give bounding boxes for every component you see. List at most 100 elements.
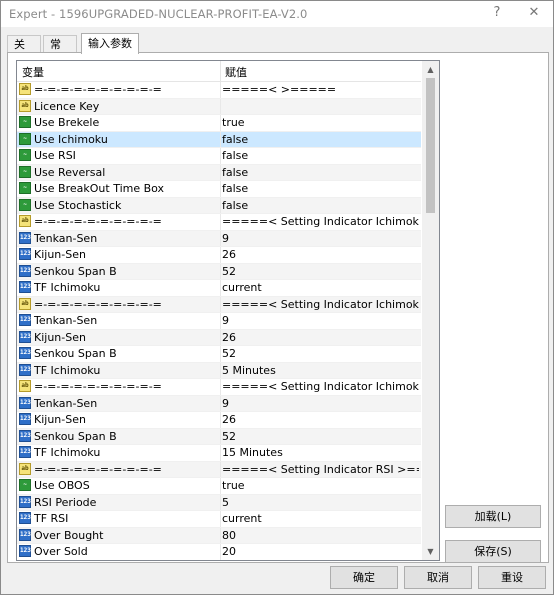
cell-divider (220, 329, 221, 345)
ok-button[interactable]: 确定 (330, 566, 398, 589)
cell-divider (220, 263, 221, 279)
parameter-value[interactable]: 9 (222, 397, 419, 410)
cancel-button[interactable]: 取消 (404, 566, 472, 589)
scroll-down-arrow-icon[interactable]: ▼ (422, 543, 439, 560)
number-type-icon: 123 (19, 446, 31, 458)
parameter-value[interactable]: 5 (222, 496, 419, 509)
parameter-value[interactable]: 26 (222, 331, 419, 344)
tab-inputs[interactable]: 输入参数 (81, 33, 139, 54)
column-header-variable[interactable]: 变量 (22, 64, 44, 80)
parameter-row[interactable]: 123 Senkou Span B 52 (17, 263, 421, 280)
parameter-row[interactable]: 123 RSI Periode 5 (17, 494, 421, 511)
parameter-row[interactable]: 123 Over Sold 20 (17, 544, 421, 560)
cell-divider (220, 461, 221, 477)
parameter-row[interactable]: 123 TF Ichimoku 15 Minutes (17, 445, 421, 462)
parameter-value[interactable]: =====< >===== (222, 83, 419, 96)
parameter-value[interactable]: current (222, 281, 419, 294)
parameter-row[interactable]: 123 Kijun-Sen 26 (17, 247, 421, 264)
parameter-row[interactable]: ab =-=-=-=-=-=-=-=-=-= =====< Setting Indi… (17, 461, 421, 478)
cell-divider (220, 428, 221, 444)
vertical-scrollbar[interactable]: ▲ ▼ (422, 61, 439, 560)
parameter-row[interactable]: 123 Tenkan-Sen 9 (17, 230, 421, 247)
boolean-type-icon: ~ (19, 149, 31, 161)
number-type-icon: 123 (19, 545, 31, 557)
parameter-value[interactable]: 15 Minutes (222, 446, 419, 459)
parameter-row[interactable]: 123 Tenkan-Sen 9 (17, 313, 421, 330)
parameter-row[interactable]: ab Licence Key (17, 98, 421, 115)
cell-divider (220, 296, 221, 312)
parameter-row[interactable]: 123 TF Ichimoku 5 Minutes (17, 362, 421, 379)
parameter-value[interactable]: 9 (222, 314, 419, 327)
parameter-value[interactable]: 9 (222, 232, 419, 245)
parameter-value[interactable]: false (222, 133, 419, 146)
tab-common[interactable]: 常用 (43, 35, 77, 68)
parameter-row[interactable]: ~ Use Brekele true (17, 115, 421, 132)
scroll-thumb[interactable] (426, 78, 435, 213)
parameter-value[interactable]: 52 (222, 347, 419, 360)
number-type-icon: 123 (19, 413, 31, 425)
parameter-value[interactable]: false (222, 149, 419, 162)
parameter-value[interactable]: current (222, 512, 419, 525)
parameter-value[interactable]: true (222, 479, 419, 492)
cell-divider (220, 214, 221, 230)
column-header-value[interactable]: 赋值 (225, 64, 247, 80)
parameters-list[interactable]: 变量 赋值 ab =-=-=-=-=-=-=-=-=-= =====< >=====… (16, 60, 440, 561)
string-type-icon: ab (19, 99, 31, 112)
cell-divider (220, 98, 221, 114)
number-type-icon: 123 (19, 248, 31, 260)
parameter-name: TF Ichimoku (34, 281, 101, 294)
parameter-row[interactable]: 123 TF Ichimoku current (17, 280, 421, 297)
cell-divider (220, 197, 221, 213)
parameter-value[interactable]: 26 (222, 248, 419, 261)
parameter-value[interactable]: 5 Minutes (222, 364, 419, 377)
parameter-row[interactable]: ~ Use RSI false (17, 148, 421, 165)
parameter-value[interactable]: false (222, 166, 419, 179)
parameter-row[interactable]: ~ Use OBOS true (17, 478, 421, 495)
parameter-row[interactable]: 123 Kijun-Sen 26 (17, 329, 421, 346)
load-button[interactable]: 加载(L) (445, 505, 541, 528)
scroll-up-arrow-icon[interactable]: ▲ (422, 61, 439, 78)
parameter-row[interactable]: 123 Kijun-Sen 26 (17, 412, 421, 429)
parameter-value[interactable]: 52 (222, 430, 419, 443)
parameter-row[interactable]: ab =-=-=-=-=-=-=-=-=-= =====< Setting Indi… (17, 379, 421, 396)
parameter-value[interactable]: 52 (222, 265, 419, 278)
parameter-name: Tenkan-Sen (34, 231, 98, 245)
parameter-row[interactable]: ab =-=-=-=-=-=-=-=-=-= =====< >===== (17, 82, 421, 99)
tab-about[interactable]: 关于 (7, 35, 41, 68)
parameter-row[interactable]: ~ Use Reversal false (17, 164, 421, 181)
parameter-value[interactable]: true (222, 116, 419, 129)
reset-button[interactable]: 重设 (478, 566, 546, 589)
parameter-name: =-=-=-=-=-=-=-=-=-= (34, 215, 162, 228)
window-title: Expert - 1596UPGRADED-NUCLEAR-PROFIT-EA-… (9, 7, 308, 21)
cell-divider (220, 280, 221, 296)
parameter-row[interactable]: ab =-=-=-=-=-=-=-=-=-= =====< Setting Indi… (17, 214, 421, 231)
parameter-value[interactable]: =====< Setting Indicator Ichimoku 2 >... (222, 298, 419, 311)
parameter-value[interactable]: =====< Setting Indicator Ichimoku 1 >... (222, 215, 419, 228)
parameter-row[interactable]: 123 TF RSI current (17, 511, 421, 528)
parameter-row[interactable]: 123 Senkou Span B 52 (17, 346, 421, 363)
string-type-icon: ab (19, 297, 31, 310)
parameter-value[interactable]: 80 (222, 529, 419, 542)
parameter-row[interactable]: 123 Senkou Span B 52 (17, 428, 421, 445)
close-button[interactable]: ✕ (523, 3, 545, 23)
inputs-panel: 变量 赋值 ab =-=-=-=-=-=-=-=-=-= =====< >=====… (7, 52, 549, 563)
parameter-name: Senkou Span B (34, 347, 117, 360)
parameter-row[interactable]: ~ Use Stochastick false (17, 197, 421, 214)
parameter-row[interactable]: 123 Tenkan-Sen 9 (17, 395, 421, 412)
parameter-value[interactable]: false (222, 182, 419, 195)
parameter-row[interactable]: ~ Use Ichimoku false (17, 131, 421, 148)
parameter-value[interactable]: 20 (222, 545, 419, 558)
cell-divider (220, 445, 221, 461)
save-button[interactable]: 保存(S) (445, 540, 541, 563)
parameter-value[interactable]: 26 (222, 413, 419, 426)
parameter-row[interactable]: 123 Over Bought 80 (17, 527, 421, 544)
parameter-value[interactable]: =====< Setting Indicator Ichimoku 3 >... (222, 380, 419, 393)
parameter-value[interactable]: false (222, 199, 419, 212)
parameter-row[interactable]: ab =-=-=-=-=-=-=-=-=-= =====< Setting Indi… (17, 296, 421, 313)
cell-divider (220, 313, 221, 329)
column-divider[interactable] (220, 61, 221, 81)
cell-divider (220, 494, 221, 510)
parameter-row[interactable]: ~ Use BreakOut Time Box false (17, 181, 421, 198)
help-button[interactable]: ? (486, 3, 508, 23)
parameter-value[interactable]: =====< Setting Indicator RSI >===== (222, 463, 419, 476)
